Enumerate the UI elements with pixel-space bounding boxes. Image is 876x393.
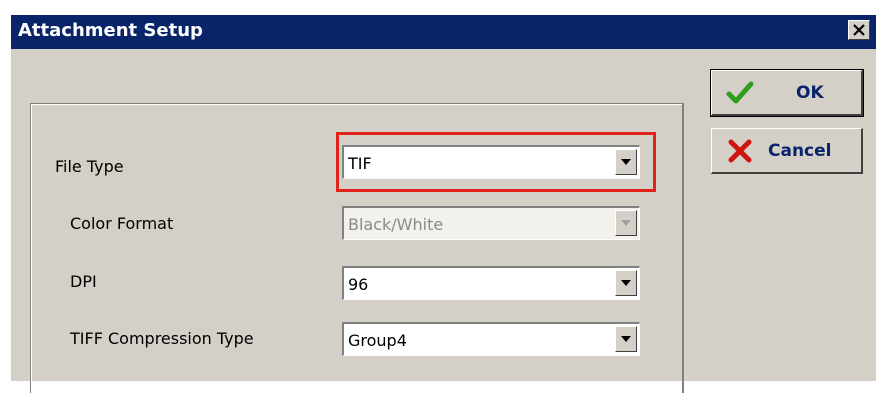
chevron-down-icon (621, 336, 631, 342)
tiff-compression-select[interactable]: Group4 (342, 322, 640, 356)
ok-button-label: OK (796, 83, 824, 103)
chevron-down-icon (621, 280, 631, 286)
color-format-value: Black/White (348, 215, 444, 234)
cancel-button[interactable]: Cancel (711, 128, 863, 174)
file-type-select[interactable]: TIF (342, 145, 640, 179)
dpi-select[interactable]: 96 (342, 266, 640, 300)
checkmark-icon (726, 81, 754, 104)
x-icon (728, 139, 752, 163)
color-format-label: Color Format (70, 214, 174, 233)
ok-button[interactable]: OK (710, 69, 864, 117)
file-type-dropdown-button[interactable] (615, 149, 637, 175)
tiff-compression-dropdown-button[interactable] (615, 326, 637, 352)
dpi-value: 96 (348, 275, 369, 294)
file-type-value: TIF (348, 154, 372, 173)
dpi-dropdown-button[interactable] (615, 270, 637, 296)
file-type-label: File Type (55, 157, 124, 176)
tiff-compression-value: Group4 (348, 331, 407, 350)
dialog-title: Attachment Setup (18, 20, 203, 41)
chevron-down-icon (621, 159, 631, 165)
color-format-select[interactable]: Black/White (342, 206, 640, 240)
color-format-dropdown-button[interactable] (615, 210, 637, 236)
close-button[interactable] (848, 20, 870, 40)
tiff-compression-label: TIFF Compression Type (70, 329, 254, 348)
close-icon (853, 24, 865, 36)
dpi-label: DPI (70, 272, 97, 291)
chevron-down-icon (621, 220, 631, 226)
cancel-button-label: Cancel (768, 141, 832, 161)
